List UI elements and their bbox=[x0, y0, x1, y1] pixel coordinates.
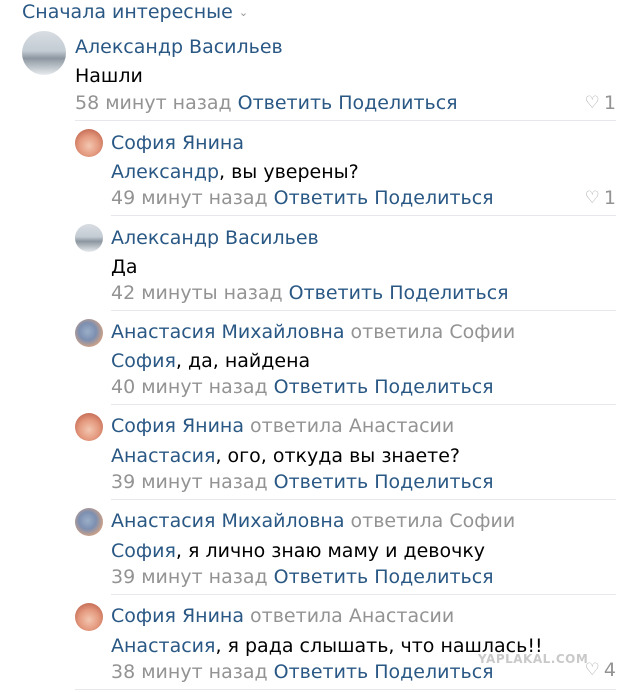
mention-link[interactable]: София bbox=[111, 350, 176, 372]
mention-link[interactable]: Анастасия bbox=[111, 635, 215, 657]
share-button[interactable]: Поделиться bbox=[374, 566, 493, 588]
comment-author[interactable]: София Янина ответила Анастасии bbox=[111, 414, 454, 438]
avatar[interactable] bbox=[22, 31, 66, 75]
comment-text: Александр, вы уверены? bbox=[111, 161, 359, 183]
share-button[interactable]: Поделиться bbox=[374, 187, 493, 209]
mention-link[interactable]: София bbox=[111, 540, 176, 562]
heart-icon: ♡ bbox=[584, 93, 600, 113]
share-button[interactable]: Поделиться bbox=[389, 282, 508, 304]
comment-meta: 39 минут назад Ответить Поделиться bbox=[111, 470, 494, 494]
comment-text: София, я лично знаю маму и девочку bbox=[111, 540, 486, 562]
comment-text: София, да, найдена bbox=[111, 350, 311, 372]
comment-time[interactable]: 39 минут назад bbox=[111, 471, 268, 493]
reply-button[interactable]: Ответить bbox=[238, 92, 333, 114]
comment-meta: 42 минуты назад Ответить Поделиться bbox=[111, 281, 509, 305]
comment-time[interactable]: 42 минуты назад bbox=[111, 282, 283, 304]
replied-to[interactable]: ответила Софии bbox=[351, 510, 516, 532]
avatar[interactable] bbox=[75, 413, 103, 441]
share-button[interactable]: Поделиться bbox=[374, 376, 493, 398]
avatar[interactable] bbox=[75, 603, 103, 631]
comment-author[interactable]: Александр Васильев bbox=[75, 35, 283, 59]
replied-to[interactable]: ответила Анастасии bbox=[250, 415, 454, 437]
share-button[interactable]: Поделиться bbox=[374, 471, 493, 493]
replied-to[interactable]: ответила Анастасии bbox=[250, 605, 454, 627]
comment-meta: 49 минут назад Ответить Поделиться bbox=[111, 186, 494, 210]
reply-button[interactable]: Ответить bbox=[274, 566, 369, 588]
reply-button[interactable]: Ответить bbox=[274, 471, 369, 493]
mention-link[interactable]: Александр bbox=[111, 161, 219, 183]
comment-divider bbox=[75, 689, 616, 690]
avatar[interactable] bbox=[75, 129, 103, 157]
comment-divider bbox=[111, 594, 616, 595]
heart-icon: ♡ bbox=[584, 188, 600, 208]
like-count: 4 bbox=[603, 659, 616, 681]
comment-meta: 40 минут назад Ответить Поделиться bbox=[111, 375, 494, 399]
reply-button[interactable]: Ответить bbox=[274, 187, 369, 209]
comment-author[interactable]: София Янина bbox=[111, 131, 244, 155]
reply-button[interactable]: Ответить bbox=[274, 661, 369, 683]
comment-time[interactable]: 39 минут назад bbox=[111, 566, 268, 588]
comment-divider bbox=[111, 499, 616, 500]
comment-time[interactable]: 49 минут назад bbox=[111, 187, 268, 209]
like-count: 1 bbox=[603, 92, 616, 114]
reply-button[interactable]: Ответить bbox=[289, 282, 384, 304]
comment-author[interactable]: Александр Васильев bbox=[111, 226, 319, 250]
like-count: 1 bbox=[603, 187, 616, 209]
comment-time[interactable]: 38 минут назад bbox=[111, 661, 268, 683]
like-button[interactable]: ♡ 1 bbox=[585, 91, 616, 115]
avatar[interactable] bbox=[75, 508, 103, 536]
comment-meta: 38 минут назад Ответить Поделиться bbox=[111, 660, 494, 684]
reply-button[interactable]: Ответить bbox=[274, 376, 369, 398]
like-button[interactable]: ♡ 1 bbox=[585, 186, 616, 210]
comment-author[interactable]: Анастасия Михайловна ответила Софии bbox=[111, 509, 515, 533]
comment-text: Нашли bbox=[75, 65, 143, 87]
sort-label: Сначала интересные bbox=[22, 1, 233, 23]
comment-time[interactable]: 58 минут назад bbox=[75, 92, 232, 114]
replied-to[interactable]: ответила Софии bbox=[351, 321, 516, 343]
like-button[interactable]: ♡ 4 bbox=[585, 658, 616, 682]
share-button[interactable]: Поделиться bbox=[374, 661, 493, 683]
comment-time[interactable]: 40 минут назад bbox=[111, 376, 268, 398]
comment-meta: 58 минут назад Ответить Поделиться bbox=[75, 91, 458, 115]
sort-dropdown[interactable]: Сначала интересные ⌄ bbox=[22, 0, 248, 24]
comment-text: Анастасия, ого, откуда вы знаете? bbox=[111, 445, 461, 467]
avatar[interactable] bbox=[75, 319, 103, 347]
avatar[interactable] bbox=[75, 224, 103, 252]
comment-divider bbox=[111, 215, 616, 216]
comment-divider bbox=[111, 404, 616, 405]
mention-link[interactable]: Анастасия bbox=[111, 445, 215, 467]
watermark: YAPLAKAL.COM bbox=[478, 652, 589, 666]
comment-author[interactable]: Анастасия Михайловна ответила Софии bbox=[111, 320, 515, 344]
comment-meta: 39 минут назад Ответить Поделиться bbox=[111, 565, 494, 589]
comment-divider bbox=[111, 310, 616, 311]
comment-author[interactable]: София Янина ответила Анастасии bbox=[111, 604, 454, 628]
chevron-down-icon: ⌄ bbox=[238, 6, 249, 19]
comment-divider bbox=[75, 120, 616, 121]
comment-text: Да bbox=[111, 256, 138, 278]
share-button[interactable]: Поделиться bbox=[338, 92, 457, 114]
